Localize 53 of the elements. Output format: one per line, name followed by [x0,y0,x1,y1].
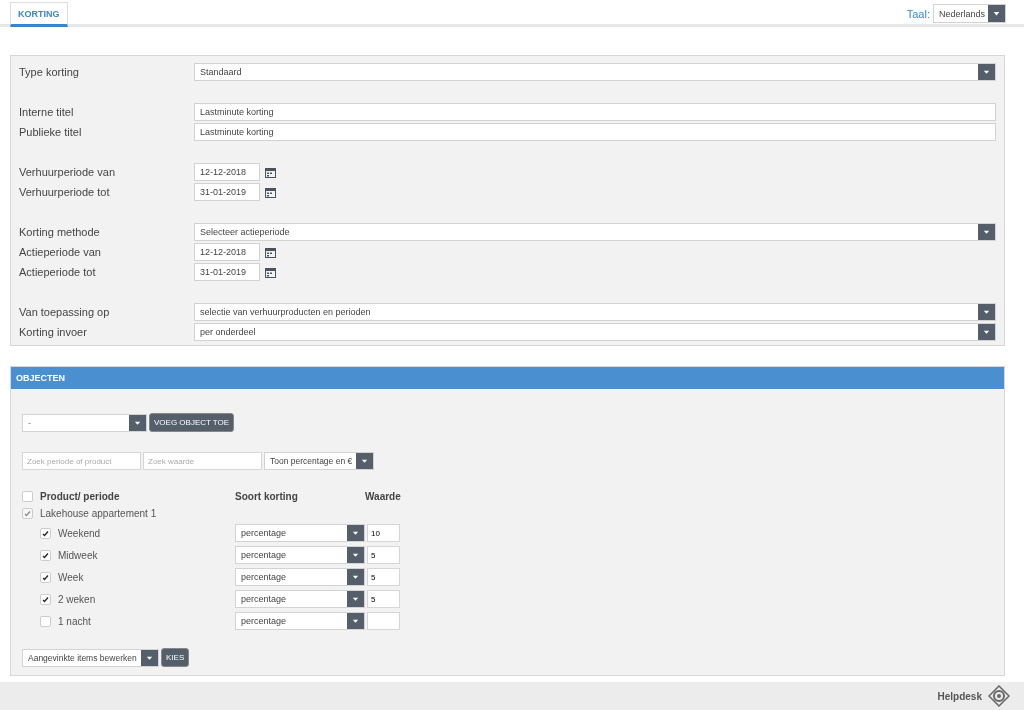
checkmark-icon [42,595,49,603]
checkmark-icon [24,510,31,517]
field-label: Korting methode [19,226,101,238]
language-label: Taal: [906,7,930,20]
period-name: Weekend [58,527,101,539]
panel-header: OBJECTEN [11,367,1004,389]
period-name: Week [58,571,84,583]
field-label: Actieperiode tot [19,266,97,278]
period-name: Midweek [58,549,98,561]
field-label: Actieperiode van [19,246,102,258]
field-label: Publieke titel [19,126,83,138]
date-input[interactable]: 12-12-2018 [194,163,260,181]
dropdown-select[interactable]: Toon percentage en € [264,452,374,470]
search-field[interactable]: Zoek waarde [143,452,262,470]
column-header: Waarde [365,491,402,502]
lifebuoy-icon[interactable] [988,685,1010,707]
dropdown-select[interactable]: Selecteer actieperiode [194,223,996,241]
checkmark-icon [42,573,49,581]
period-name: 2 weken [58,593,96,605]
dropdown-select[interactable]: Nederlands [933,4,1006,23]
field-label: Van toepassing op [19,306,111,318]
period-name: 1 nacht [58,615,91,627]
date-input[interactable]: 31-01-2019 [194,263,260,281]
dropdown-select[interactable]: per onderdeel [194,323,996,341]
field-label: Verhuurperiode van [19,166,116,178]
text-input[interactable]: Lastminute korting [194,103,996,121]
date-input[interactable]: 31-01-2019 [194,183,260,201]
dropdown-select[interactable]: Standaard [194,63,996,81]
add-object-button[interactable]: VOEG OBJECT TOE [149,413,235,432]
text-input[interactable]: Lastminute korting [194,123,996,141]
value-input[interactable] [367,612,400,630]
calendar-icon[interactable] [265,246,276,258]
column-header: Soort korting [235,491,299,502]
dropdown-select[interactable]: selectie van verhuurproducten en perioden [194,303,996,321]
column-header: Product/ periode [40,491,120,502]
date-input[interactable]: 12-12-2018 [194,243,260,261]
calendar-icon[interactable] [265,166,276,178]
search-field[interactable]: Zoek periode of product [22,452,141,470]
checkmark-icon [42,551,49,559]
dropdown-select[interactable]: Aangevinkte items bewerken [22,648,159,667]
checkbox[interactable] [22,491,33,502]
field-label: Verhuurperiode tot [19,186,111,198]
calendar-icon[interactable] [265,186,276,198]
helpdesk-link[interactable]: Helpdesk [937,690,982,702]
checkmark-icon [42,529,49,537]
calendar-icon[interactable] [265,266,276,278]
tab[interactable]: KORTING [10,2,68,27]
dropdown-select[interactable]: - [22,413,147,432]
product-name: Lakehouse appartement 1 [40,508,157,519]
choose-button[interactable]: KIES [161,648,190,667]
field-label: Korting invoer [19,326,88,338]
field-label: Interne titel [19,106,75,118]
field-label: Type korting [19,66,80,78]
